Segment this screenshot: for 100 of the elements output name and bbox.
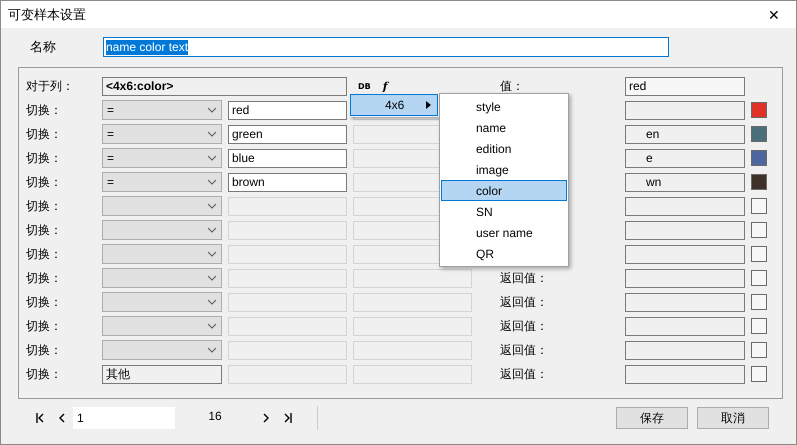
operator-dropdown[interactable]: = bbox=[102, 172, 222, 192]
value-field[interactable]: red bbox=[625, 76, 745, 96]
menu-item[interactable]: image bbox=[441, 159, 567, 180]
return-value-field[interactable] bbox=[625, 196, 745, 216]
expression-field[interactable] bbox=[353, 268, 472, 288]
color-swatch[interactable] bbox=[751, 198, 767, 214]
return-value-label: 返回值： bbox=[499, 270, 549, 286]
return-value-field[interactable] bbox=[625, 340, 745, 360]
color-swatch[interactable] bbox=[751, 270, 767, 286]
switch-label: 切换： bbox=[26, 198, 63, 214]
window-title: 可变样本设置 bbox=[8, 6, 86, 24]
match-field[interactable]: green bbox=[228, 124, 347, 144]
switch-label: 切换： bbox=[26, 366, 63, 382]
switch-label: 切换： bbox=[26, 318, 63, 334]
return-value-field[interactable] bbox=[625, 220, 745, 240]
page-total: 16 bbox=[207, 408, 223, 422]
operator-dropdown[interactable] bbox=[102, 268, 222, 288]
return-value-field[interactable] bbox=[625, 364, 745, 384]
chevron-left-icon bbox=[59, 413, 65, 423]
chevron-down-icon bbox=[207, 203, 217, 209]
match-field[interactable]: blue bbox=[228, 148, 347, 168]
operator-dropdown[interactable] bbox=[102, 316, 222, 336]
chevron-down-icon bbox=[207, 275, 217, 281]
color-swatch[interactable] bbox=[751, 102, 767, 118]
chevron-down-icon bbox=[207, 323, 217, 329]
chevron-down-icon bbox=[207, 155, 217, 161]
operator-dropdown[interactable] bbox=[102, 292, 222, 312]
operator-dropdown[interactable]: = bbox=[102, 124, 222, 144]
switch-label: 切换： bbox=[26, 342, 63, 358]
menu-item[interactable]: color bbox=[441, 180, 567, 201]
match-field[interactable]: brown bbox=[228, 172, 347, 192]
switch-label: 切换： bbox=[26, 246, 63, 262]
menu-item[interactable]: user name bbox=[441, 222, 567, 243]
return-value-field[interactable] bbox=[625, 268, 745, 288]
name-input-field[interactable]: name color text bbox=[103, 37, 669, 57]
switch-label: 切换： bbox=[26, 270, 63, 286]
database-icon[interactable]: DB bbox=[358, 82, 371, 90]
chevron-down-icon bbox=[207, 227, 217, 233]
value-label: 值： bbox=[499, 78, 525, 94]
expression-field[interactable] bbox=[353, 364, 472, 384]
switch-label: 切换： bbox=[26, 150, 63, 166]
operator-dropdown[interactable] bbox=[102, 220, 222, 240]
return-value-field[interactable]: en bbox=[625, 124, 745, 144]
return-value-field[interactable] bbox=[625, 316, 745, 336]
color-swatch[interactable] bbox=[751, 174, 767, 190]
expression-field[interactable] bbox=[353, 340, 472, 360]
match-field[interactable]: red bbox=[228, 100, 347, 120]
submenu-item[interactable]: 4x6 bbox=[350, 94, 438, 116]
return-value-field[interactable] bbox=[625, 100, 745, 120]
column-field: <4x6:color> bbox=[102, 76, 347, 96]
operator-dropdown[interactable] bbox=[102, 244, 222, 264]
page-input-field[interactable]: 1 bbox=[73, 407, 175, 429]
caret-right-icon bbox=[426, 101, 431, 109]
switch-label: 切换： bbox=[26, 174, 63, 190]
color-swatch[interactable] bbox=[751, 342, 767, 358]
chevron-down-icon bbox=[207, 107, 217, 113]
chevron-right-icon bbox=[263, 413, 269, 423]
return-value-label: 返回值： bbox=[499, 342, 549, 358]
color-swatch[interactable] bbox=[751, 294, 767, 310]
switch-label: 切换： bbox=[26, 102, 63, 118]
menu-item[interactable]: SN bbox=[441, 201, 567, 222]
switch-label: 切换： bbox=[26, 294, 63, 310]
cancel-button[interactable]: 取消 bbox=[697, 407, 769, 429]
color-swatch[interactable] bbox=[751, 126, 767, 142]
chevron-down-icon bbox=[207, 347, 217, 353]
save-button[interactable]: 保存 bbox=[616, 407, 688, 429]
switch-label: 切换： bbox=[26, 222, 63, 238]
return-value-field[interactable] bbox=[625, 244, 745, 264]
color-swatch[interactable] bbox=[751, 246, 767, 262]
return-value-label: 返回值： bbox=[499, 366, 549, 382]
color-swatch[interactable] bbox=[751, 150, 767, 166]
operator-dropdown[interactable]: = bbox=[102, 148, 222, 168]
last-page-icon bbox=[284, 413, 292, 423]
expression-field[interactable] bbox=[353, 292, 472, 312]
return-value-field[interactable]: wn bbox=[625, 172, 745, 192]
operator-dropdown[interactable] bbox=[102, 340, 222, 360]
name-label: 名称 bbox=[30, 39, 57, 56]
first-page-icon bbox=[36, 413, 44, 423]
return-value-label: 返回值： bbox=[499, 294, 549, 310]
operator-dropdown[interactable]: = bbox=[102, 100, 222, 120]
menu-item[interactable]: style bbox=[441, 96, 567, 117]
close-button[interactable]: ✕ bbox=[752, 1, 796, 28]
color-swatch[interactable] bbox=[751, 366, 767, 382]
return-value-field[interactable] bbox=[625, 292, 745, 312]
return-value-label: 返回值： bbox=[499, 318, 549, 334]
column-label: 对于列： bbox=[26, 78, 75, 94]
expression-field[interactable] bbox=[353, 316, 472, 336]
color-swatch[interactable] bbox=[751, 318, 767, 334]
chevron-down-icon bbox=[207, 299, 217, 305]
menu-item[interactable]: edition bbox=[441, 138, 567, 159]
switch-label: 切换： bbox=[26, 126, 63, 142]
chevron-down-icon bbox=[207, 251, 217, 257]
color-swatch[interactable] bbox=[751, 222, 767, 238]
menu-item[interactable]: QR bbox=[441, 243, 567, 264]
chevron-down-icon bbox=[207, 131, 217, 137]
function-icon[interactable]: f bbox=[382, 80, 388, 92]
operator-dropdown[interactable] bbox=[102, 196, 222, 216]
chevron-down-icon bbox=[207, 179, 217, 185]
menu-item[interactable]: name bbox=[441, 117, 567, 138]
return-value-field[interactable]: e bbox=[625, 148, 745, 168]
